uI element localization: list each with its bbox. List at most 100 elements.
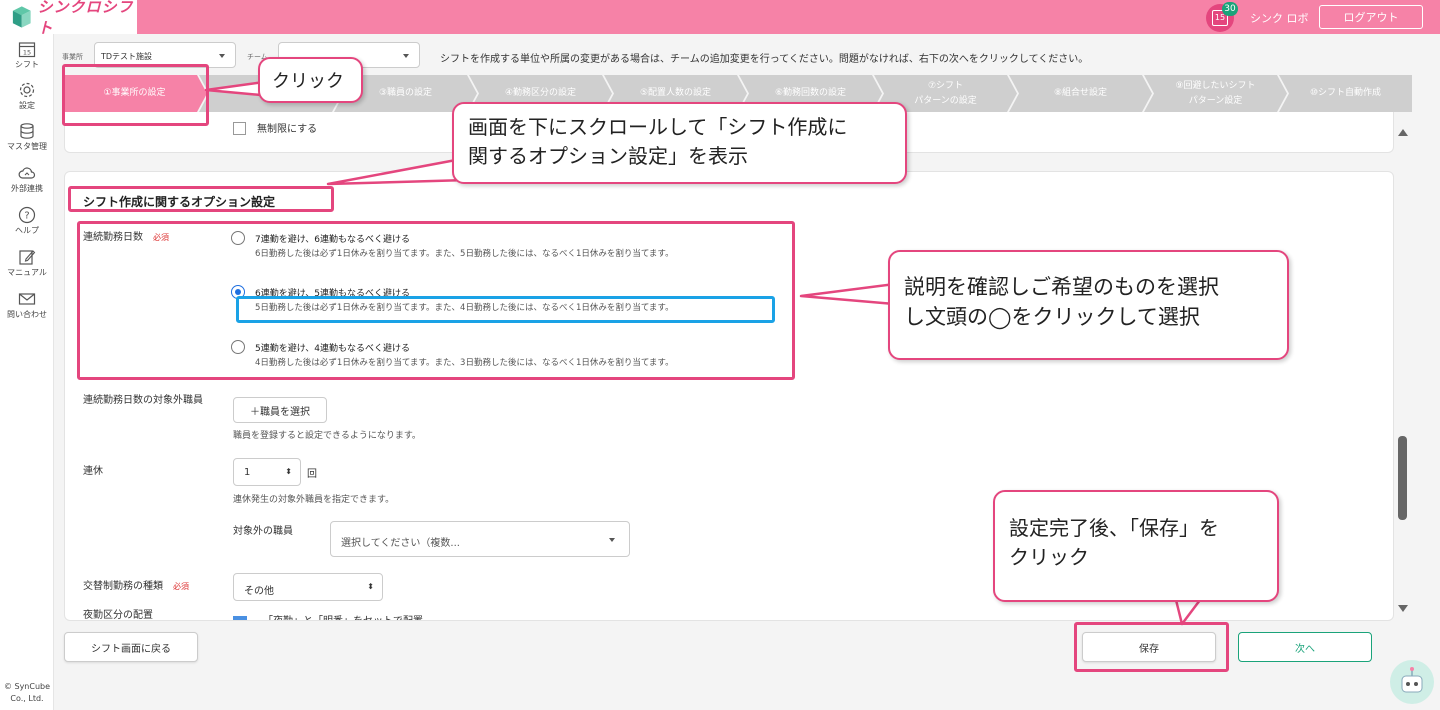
consecutive-days-label-text: 連続勤務日数 <box>83 232 143 243</box>
step-8-label: ⑧組合せ設定 <box>1053 88 1108 98</box>
excluded-staff-placeholder: 選択してください（複数... <box>341 538 460 549</box>
copyright: © SynCube Co., Ltd. <box>0 681 54 705</box>
nav-label-contact: 問い合わせ <box>7 310 47 319</box>
option-title: 5連勤を避け、4連勤もなるべく避ける <box>255 344 411 354</box>
manual-icon <box>19 250 36 265</box>
required-badge: 必須 <box>153 233 169 242</box>
nav-item-master[interactable]: マスタ管理 <box>0 122 54 152</box>
calendar-icon-day: 15 <box>23 49 31 57</box>
logo-cube-icon <box>12 6 31 28</box>
chevron-down-icon <box>219 54 225 58</box>
nav-label-master: マスタ管理 <box>7 142 47 151</box>
step-9[interactable]: ⑨回避したいシフト パターン設定 <box>1144 75 1287 112</box>
office-select-value: TDテスト施設 <box>101 52 153 61</box>
rest-hint: 連休発生の対象外職員を指定できます。 <box>233 495 395 505</box>
nav-item-shift[interactable]: 15 シフト <box>0 40 54 70</box>
gear-icon <box>19 82 35 98</box>
spinner-icon[interactable]: ⬍ <box>285 467 292 476</box>
nav-item-help[interactable]: ? ヘルプ <box>0 206 54 236</box>
option-title: 7連勤を避け、6連勤もなるべく避ける <box>255 235 411 245</box>
excluded-staff-select-label: 対象外の職員 <box>233 526 293 537</box>
step-7-label-1: ⑦シフト <box>927 80 964 91</box>
top-header: シンクロシフト 15 30 シンク ロボ ログアウト <box>0 0 1440 37</box>
callout-choose: 説明を確認しご希望のものを選択 し文頭の◯をクリックして選択 <box>888 250 1289 360</box>
save-button[interactable]: 保存 <box>1082 632 1216 662</box>
app-root: シンクロシフト 15 30 シンク ロボ ログアウト 15 シフト 設定 マスタ… <box>0 0 1440 710</box>
shift-type-value: その他 <box>244 586 274 597</box>
scrollbar-thumb[interactable] <box>1398 436 1407 520</box>
nav-item-settings[interactable]: 設定 <box>0 81 54 111</box>
chevron-down-icon <box>403 54 409 58</box>
user-name: シンク ロボ <box>1250 12 1309 25</box>
unlimited-checkbox-label: 無制限にする <box>257 124 318 135</box>
step-10-label: ⑩シフト自動作成 <box>1309 88 1382 98</box>
cloud-icon <box>18 167 36 179</box>
shift-type-select[interactable]: その他 ⬍ <box>233 573 383 601</box>
scroll-up-arrow-icon[interactable] <box>1398 129 1408 136</box>
side-navigation: 15 シフト 設定 マスタ管理 外部連携 ? ヘルプ マニュアル 問い合わせ © <box>0 34 54 710</box>
copyright-line-2: Co., Ltd. <box>10 694 44 703</box>
option-description: 4日勤務した後は必ず1日休みを割り当てます。また、3日勤務した後には、なるべく1… <box>255 358 674 368</box>
app-name: シンクロシフト <box>37 0 134 37</box>
step-9-label-1: ⑨回避したいシフト <box>1175 80 1256 91</box>
nav-label-settings: 設定 <box>19 101 35 110</box>
callout-save-line-1: 設定完了後、「保存」を <box>1009 516 1219 540</box>
nav-label-manual: マニュアル <box>7 268 47 277</box>
rest-count-input[interactable]: 1 ⬍ <box>233 458 301 486</box>
step-8[interactable]: ⑧組合せ設定 <box>1009 75 1152 112</box>
radio-button[interactable] <box>231 340 245 354</box>
nav-item-integration[interactable]: 外部連携 <box>0 164 54 194</box>
office-select[interactable]: TDテスト施設 <box>94 42 236 68</box>
callout-choose-line-2: し文頭の◯をクリックして選択 <box>904 305 1200 329</box>
select-staff-button[interactable]: ＋職員を選択 <box>233 397 327 423</box>
svg-text:?: ? <box>24 211 29 222</box>
callout-scroll-line-1: 画面を下にスクロールして「シフト作成に <box>468 115 848 139</box>
rest-count-value: 1 <box>244 467 251 478</box>
excluded-staff-select[interactable]: 選択してください（複数... <box>330 521 630 557</box>
notice-text: シフトを作成する単位や所属の変更がある場合は、チームの追加変更を行ってください。… <box>440 54 1089 65</box>
callout-click: クリック <box>258 57 363 103</box>
app-logo[interactable]: シンクロシフト <box>0 0 137 37</box>
back-to-shift-button[interactable]: シフト画面に戻る <box>64 632 198 662</box>
step-7-label-2: パターンの設定 <box>914 95 977 106</box>
option-description: 5日勤務した後は必ず1日休みを割り当てます。また、4日勤務した後には、なるべく1… <box>255 303 674 313</box>
rest-unit: 回 <box>307 469 317 480</box>
callout-choose-line-1: 説明を確認しご希望のものを選択 <box>904 275 1219 299</box>
excluded-staff-label: 連続勤務日数の対象外職員 <box>83 395 203 406</box>
notification-count-badge: 30 <box>1222 2 1238 16</box>
mail-icon <box>18 293 36 305</box>
step-5-label: ⑤配置人数の設定 <box>639 88 712 98</box>
shift-type-label-text: 交替制勤務の種類 <box>83 581 163 592</box>
next-button[interactable]: 次へ <box>1238 632 1372 662</box>
section-title: シフト作成に関するオプション設定 <box>83 195 276 209</box>
night-label: 夜勤区分の配置 <box>83 610 153 621</box>
help-icon: ? <box>18 206 36 224</box>
callout-save: 設定完了後、「保存」を クリック <box>993 490 1279 602</box>
office-label: 事業所 <box>62 53 83 61</box>
required-badge: 必須 <box>173 582 189 591</box>
calendar-icon: 15 <box>18 42 36 58</box>
callout-click-text: クリック <box>272 71 344 92</box>
spinner-icon: ⬍ <box>367 582 374 591</box>
step-1[interactable]: ①事業所の設定 <box>62 75 207 112</box>
robot-assistant-icon[interactable] <box>1390 660 1434 704</box>
step-10[interactable]: ⑩シフト自動作成 <box>1279 75 1412 112</box>
consecutive-days-label: 連続勤務日数 必須 <box>83 228 169 243</box>
rest-label: 連休 <box>83 466 103 477</box>
callout-scroll-line-2: 関するオプション設定」を表示 <box>468 144 748 168</box>
night-checkbox[interactable] <box>233 616 247 620</box>
nav-label-help: ヘルプ <box>15 226 39 235</box>
callout-save-line-2: クリック <box>1009 545 1089 569</box>
radio-button[interactable] <box>231 231 245 245</box>
radio-button-selected[interactable] <box>231 285 245 299</box>
nav-label-integration: 外部連携 <box>11 184 43 193</box>
nav-item-contact[interactable]: 問い合わせ <box>0 290 54 320</box>
scroll-down-arrow-icon[interactable] <box>1398 605 1408 612</box>
chevron-down-icon <box>609 538 615 542</box>
unlimited-checkbox[interactable] <box>233 122 246 135</box>
logout-button[interactable]: ログアウト <box>1319 5 1423 29</box>
nav-item-manual[interactable]: マニュアル <box>0 248 54 278</box>
step-3-label: ③職員の設定 <box>378 88 433 98</box>
database-icon <box>20 123 34 139</box>
nav-label-shift: シフト <box>15 60 39 69</box>
